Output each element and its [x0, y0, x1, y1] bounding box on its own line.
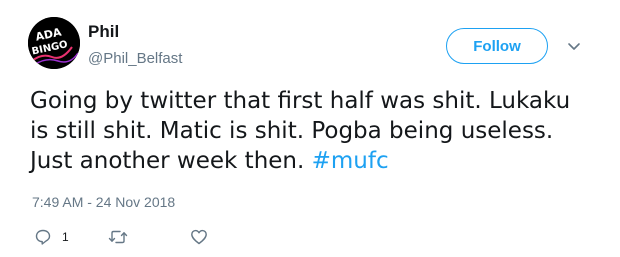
- heart-icon: [191, 229, 207, 245]
- retweet-button[interactable]: [108, 228, 128, 246]
- reply-count: 1: [62, 230, 69, 244]
- follow-button[interactable]: Follow: [446, 28, 548, 64]
- reply-icon: [35, 229, 51, 245]
- tweet-text: Going by twitter that first half was shi…: [30, 86, 590, 176]
- tweet-card: ADA BINGO Phil @Phil_Belfast Follow Goin…: [0, 0, 620, 257]
- like-button[interactable]: [190, 228, 208, 246]
- retweet-icon: [108, 230, 128, 244]
- user-name[interactable]: Phil: [88, 22, 119, 42]
- avatar[interactable]: ADA BINGO: [28, 17, 80, 69]
- tweet-body: Going by twitter that first half was shi…: [30, 88, 571, 174]
- chevron-down-icon[interactable]: [566, 38, 582, 54]
- user-handle[interactable]: @Phil_Belfast: [88, 50, 182, 67]
- tweet-timestamp[interactable]: 7:49 AM - 24 Nov 2018: [32, 194, 175, 210]
- reply-button[interactable]: 1: [34, 228, 69, 246]
- avatar-image: ADA BINGO: [28, 17, 80, 69]
- hashtag-link[interactable]: #mufc: [312, 148, 389, 174]
